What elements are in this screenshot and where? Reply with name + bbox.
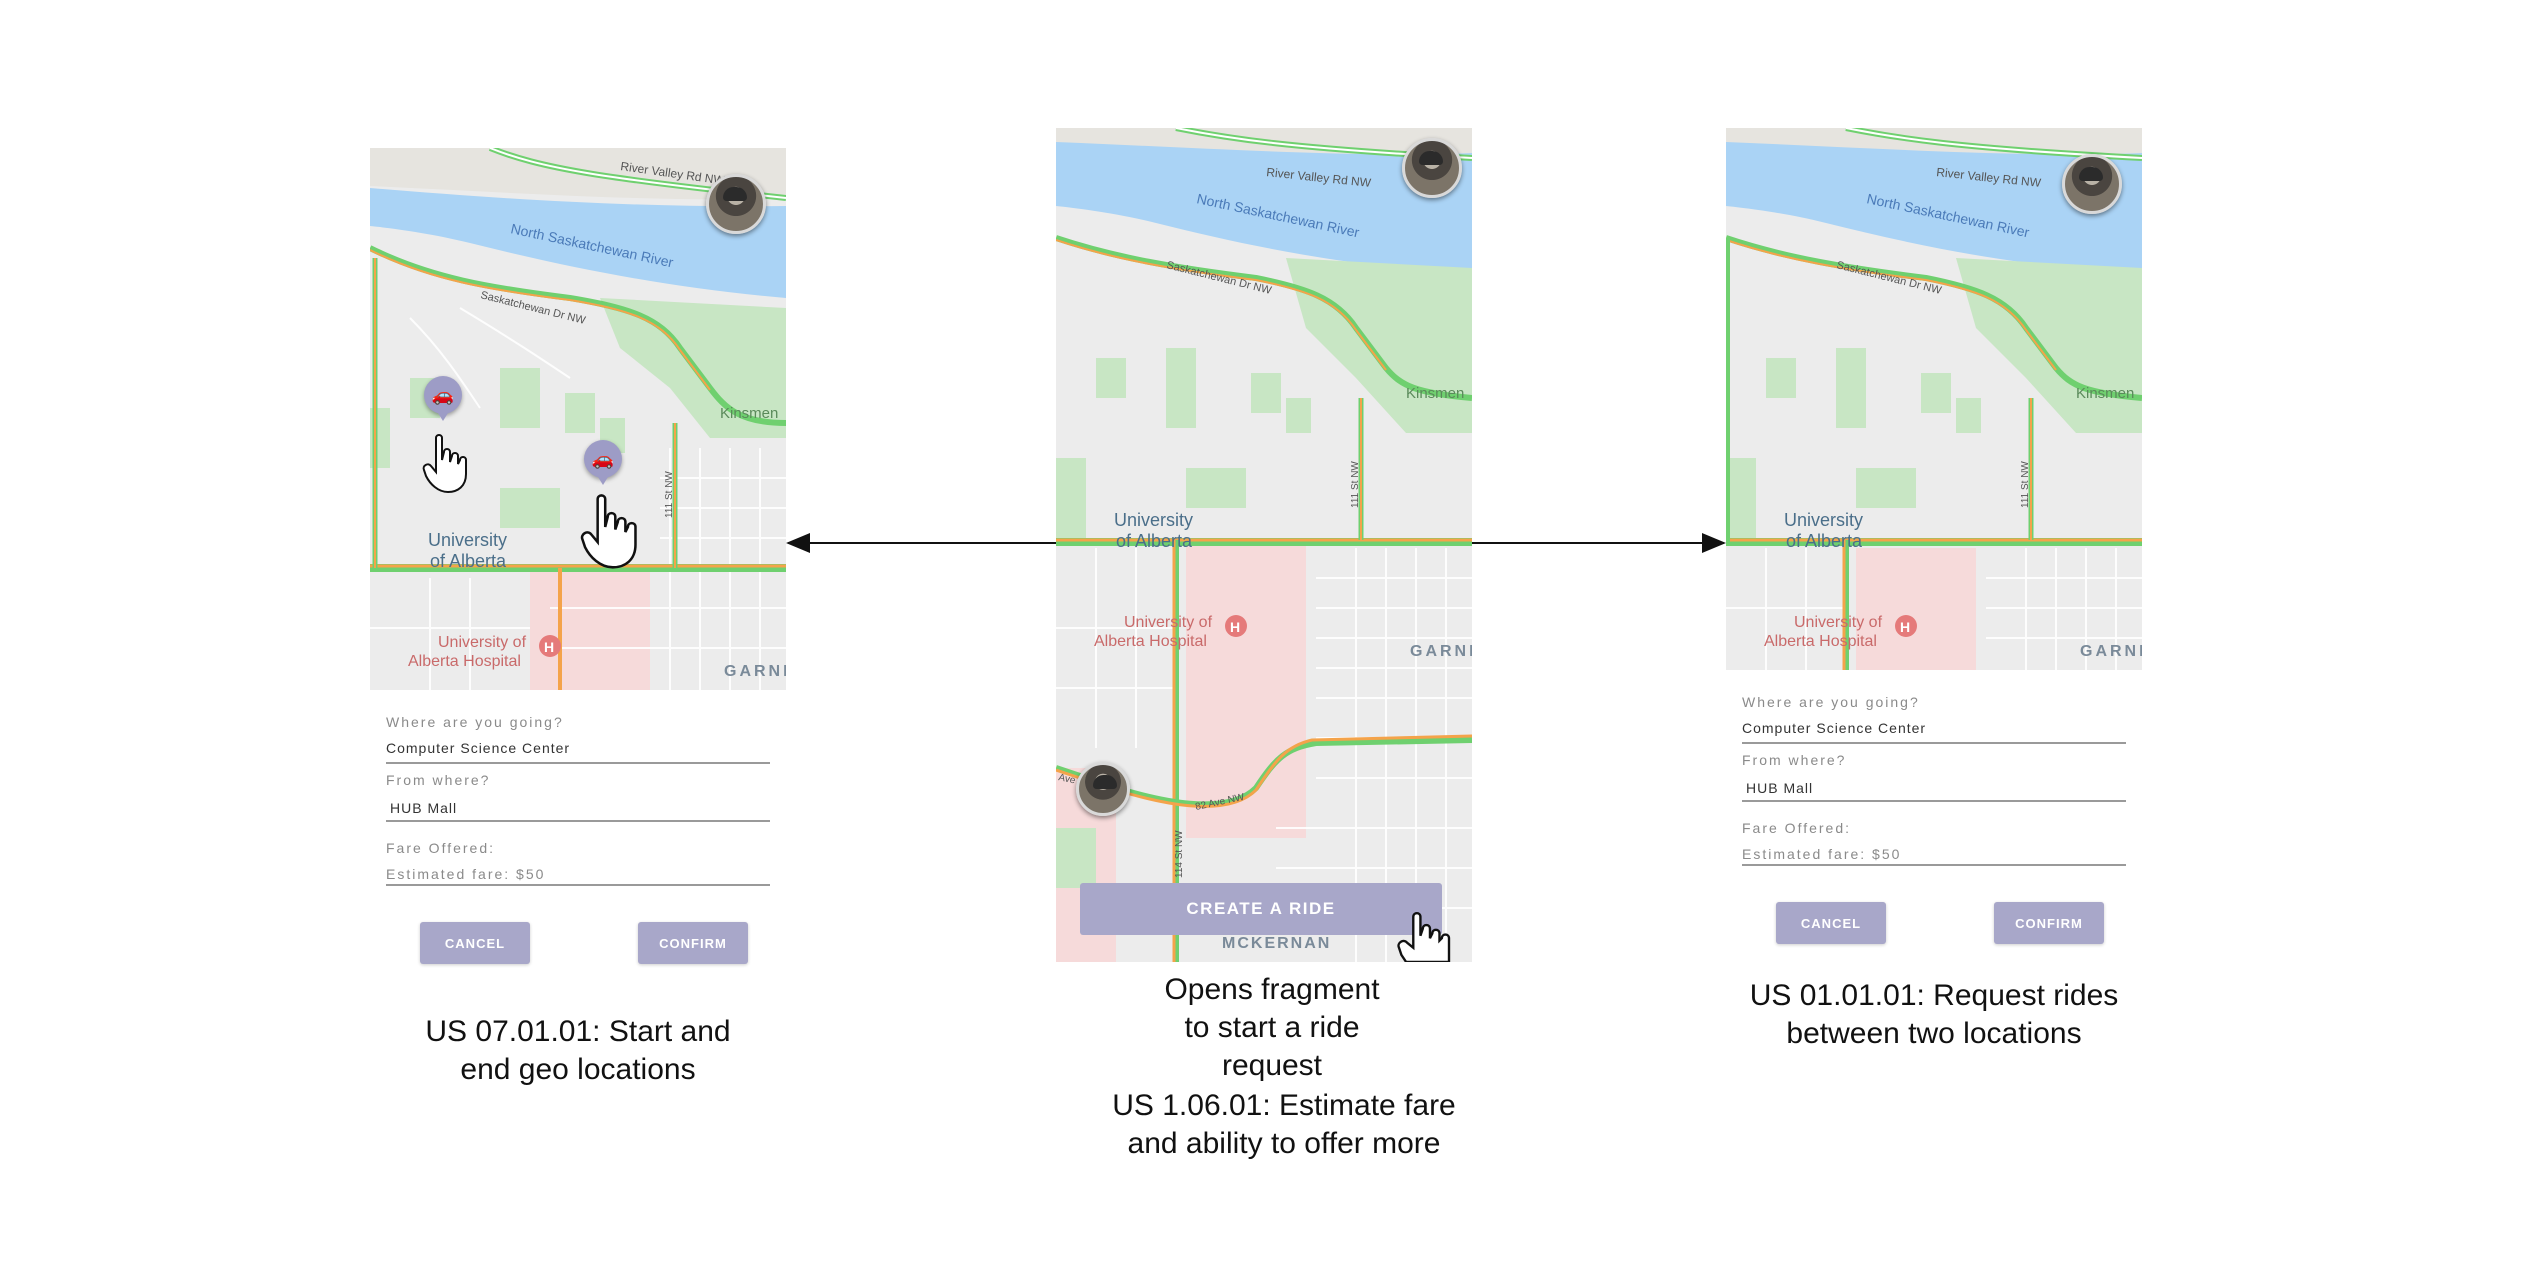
center-caption-line3: request [1221, 1049, 1323, 1082]
center-caption-line2: to start a ride [1184, 1011, 1360, 1044]
right-caption-line2: between two locations [1786, 1017, 2082, 1050]
center-caption: Opens fragment to start a ride request U… [1064, 971, 1504, 1163]
right-caption: US 01.01.01: Request rides between two l… [1726, 977, 2142, 1053]
center-caption-line1: Opens fragment [1164, 973, 1380, 1006]
center-caption-line5: and ability to offer more [1127, 1127, 1441, 1160]
center-caption-line4: US 1.06.01: Estimate fare [1112, 1089, 1456, 1122]
right-caption-line1: US 01.01.01: Request rides [1749, 979, 2119, 1012]
left-caption-line2: end geo locations [460, 1053, 696, 1086]
left-caption: US 07.01.01: Start and end geo locations [370, 1013, 786, 1089]
left-caption-line1: US 07.01.01: Start and [425, 1015, 731, 1048]
